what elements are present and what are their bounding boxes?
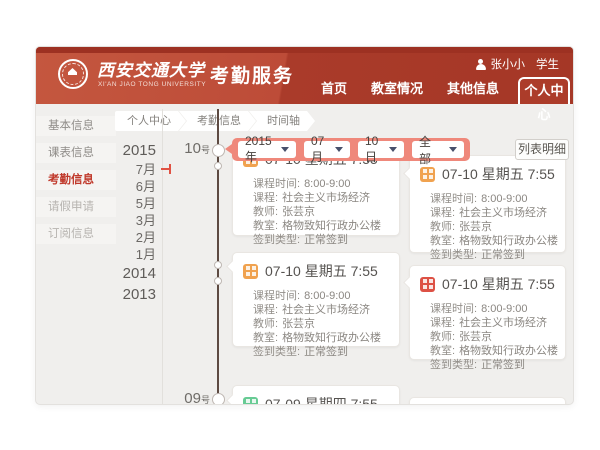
card-tail bbox=[226, 394, 239, 404]
timeline-entry[interactable]: 2013 bbox=[82, 284, 156, 305]
card-header: 07-10 星期五 7:55 bbox=[243, 261, 389, 281]
university-name-cn: 西安交通大学 bbox=[97, 56, 205, 81]
university-name-en: XI'AN JIAO TONG UNIVERSITY bbox=[98, 81, 206, 88]
type-dropdown[interactable]: 全部 bbox=[412, 141, 464, 158]
nav-item[interactable]: 首页 bbox=[321, 78, 347, 97]
card-date-title: 07-10 星期五 7:55 bbox=[265, 261, 378, 281]
app-header: 西安交通大学 XI'AN JIAO TONG UNIVERSITY 考勤服务 张… bbox=[36, 47, 573, 104]
chevron-down-icon bbox=[389, 147, 397, 152]
app-window: 西安交通大学 XI'AN JIAO TONG UNIVERSITY 考勤服务 张… bbox=[36, 47, 573, 404]
timeline-entry[interactable]: 3月 bbox=[82, 212, 156, 229]
card-date-title: 07-10 星期五 7:55 bbox=[442, 274, 555, 294]
room-row: 教室:格物致知行政办公楼 bbox=[430, 344, 555, 358]
sidebar-item[interactable]: 基本信息 bbox=[36, 116, 116, 136]
timeline-node bbox=[214, 261, 222, 269]
user-role: 学生 bbox=[536, 56, 559, 72]
main-nav: 首页 教室情况 其他信息 bbox=[321, 78, 499, 97]
timeline-entry[interactable]: 1月 bbox=[82, 246, 156, 263]
status-icon-green bbox=[243, 397, 258, 405]
card-header: 07-09 星期四 7:55 bbox=[243, 394, 389, 404]
timeline-day-label-bottom: 09号 bbox=[174, 390, 210, 404]
timeline-entry[interactable]: 2015 bbox=[82, 140, 156, 161]
timeline-day-label-top: 10号 bbox=[174, 140, 210, 158]
course-name-row: 课程:社会主义市场经济 bbox=[430, 316, 555, 330]
breadcrumb-item[interactable]: 时间轴 bbox=[249, 111, 315, 131]
month-dropdown[interactable]: 07月 bbox=[304, 141, 350, 158]
timeline-year-list: 20157月6月5月3月2月1月20142013 bbox=[82, 140, 156, 305]
course-name-row: 课程:社会主义市场经济 bbox=[253, 191, 389, 205]
timeline-node bbox=[212, 393, 225, 404]
timeline-node bbox=[214, 162, 222, 170]
breadcrumb-item[interactable]: 个人中心 bbox=[115, 111, 186, 131]
university-logo-icon bbox=[58, 59, 88, 89]
attendance-card: 07-10 星期五 7:55 课程时间:8:00-9:00 课程:社会主义市场经… bbox=[409, 265, 566, 360]
teacher-row: 教师:张芸京 bbox=[253, 205, 389, 219]
chevron-down-icon bbox=[281, 147, 289, 152]
course-name-row: 课程:社会主义市场经济 bbox=[430, 206, 555, 220]
attendance-card: 07-10 星期五 7:55 课程时间:8:00-9:00 课程:社会主义市场经… bbox=[409, 155, 566, 253]
room-row: 教室:格物致知行政办公楼 bbox=[253, 331, 389, 345]
card-date-title: 07-09 星期四 7:55 bbox=[265, 394, 378, 404]
teacher-row: 教师:张芸京 bbox=[430, 330, 555, 344]
breadcrumb: 个人中心考勤信息时间轴 bbox=[115, 111, 315, 131]
timeline-entry[interactable]: 6月 bbox=[82, 178, 156, 195]
timeline-divider bbox=[162, 109, 163, 404]
card-header: 07-10 星期五 7:55 bbox=[420, 164, 555, 184]
status-icon-orange bbox=[243, 264, 258, 279]
card-tail bbox=[226, 260, 239, 273]
attendance-card bbox=[409, 397, 566, 404]
course-time-row: 课程时间:8:00-9:00 bbox=[253, 177, 389, 191]
nav-item[interactable]: 其他信息 bbox=[447, 78, 499, 97]
card-tail bbox=[403, 167, 416, 180]
list-detail-button[interactable]: 列表明细 bbox=[515, 139, 569, 160]
card-tail bbox=[403, 276, 416, 289]
timeline-node bbox=[214, 277, 222, 285]
course-name-row: 课程:社会主义市场经济 bbox=[253, 303, 389, 317]
user-icon bbox=[476, 59, 486, 70]
day-dropdown[interactable]: 10日 bbox=[358, 141, 404, 158]
nav-tab-personal-center[interactable]: 个人中心 bbox=[518, 77, 570, 104]
status-icon-red bbox=[420, 277, 435, 292]
sign-type-row: 签到类型:正常签到 bbox=[253, 345, 389, 359]
course-time-row: 课程时间:8:00-9:00 bbox=[430, 302, 555, 316]
course-time-row: 课程时间:8:00-9:00 bbox=[430, 192, 555, 206]
timeline-node bbox=[212, 144, 225, 157]
header-top-strip bbox=[36, 47, 573, 53]
chevron-down-icon bbox=[449, 147, 457, 152]
chevron-down-icon bbox=[335, 147, 343, 152]
attendance-card: 07-09 星期四 7:55 bbox=[232, 385, 400, 404]
sign-type-row: 签到类型:正常签到 bbox=[430, 358, 555, 372]
content-area: 基本信息课表信息考勤信息请假申请订阅信息 个人中心考勤信息时间轴 20157月6… bbox=[36, 104, 573, 404]
teacher-row: 教师:张芸京 bbox=[430, 220, 555, 234]
timeline-entry[interactable]: 5月 bbox=[82, 195, 156, 212]
card-header: 07-10 星期五 7:55 bbox=[420, 274, 555, 294]
sign-type-row: 签到类型:正常签到 bbox=[430, 248, 555, 262]
room-row: 教室:格物致知行政办公楼 bbox=[430, 234, 555, 248]
filter-bar: 2015年 07月 10日 全部 bbox=[232, 138, 470, 161]
sign-type-row: 签到类型:正常签到 bbox=[253, 233, 389, 247]
card-date-title: 07-10 星期五 7:55 bbox=[442, 164, 555, 184]
timeline-entry[interactable]: 7月 bbox=[82, 161, 156, 178]
status-icon-orange bbox=[420, 167, 435, 182]
timeline-entry[interactable]: 2月 bbox=[82, 229, 156, 246]
nav-item[interactable]: 教室情况 bbox=[371, 78, 423, 97]
timeline-entry[interactable]: 2014 bbox=[82, 263, 156, 284]
year-dropdown[interactable]: 2015年 bbox=[238, 141, 296, 158]
app-title: 考勤服务 bbox=[210, 61, 294, 88]
user-name: 张小小 bbox=[491, 56, 526, 72]
course-time-row: 课程时间:8:00-9:00 bbox=[253, 289, 389, 303]
teacher-row: 教师:张芸京 bbox=[253, 317, 389, 331]
user-info[interactable]: 张小小 学生 bbox=[476, 56, 560, 72]
attendance-card: 07-10 星期五 7:55 课程时间:8:00-9:00 课程:社会主义市场经… bbox=[232, 252, 400, 347]
room-row: 教室:格物致知行政办公楼 bbox=[253, 219, 389, 233]
